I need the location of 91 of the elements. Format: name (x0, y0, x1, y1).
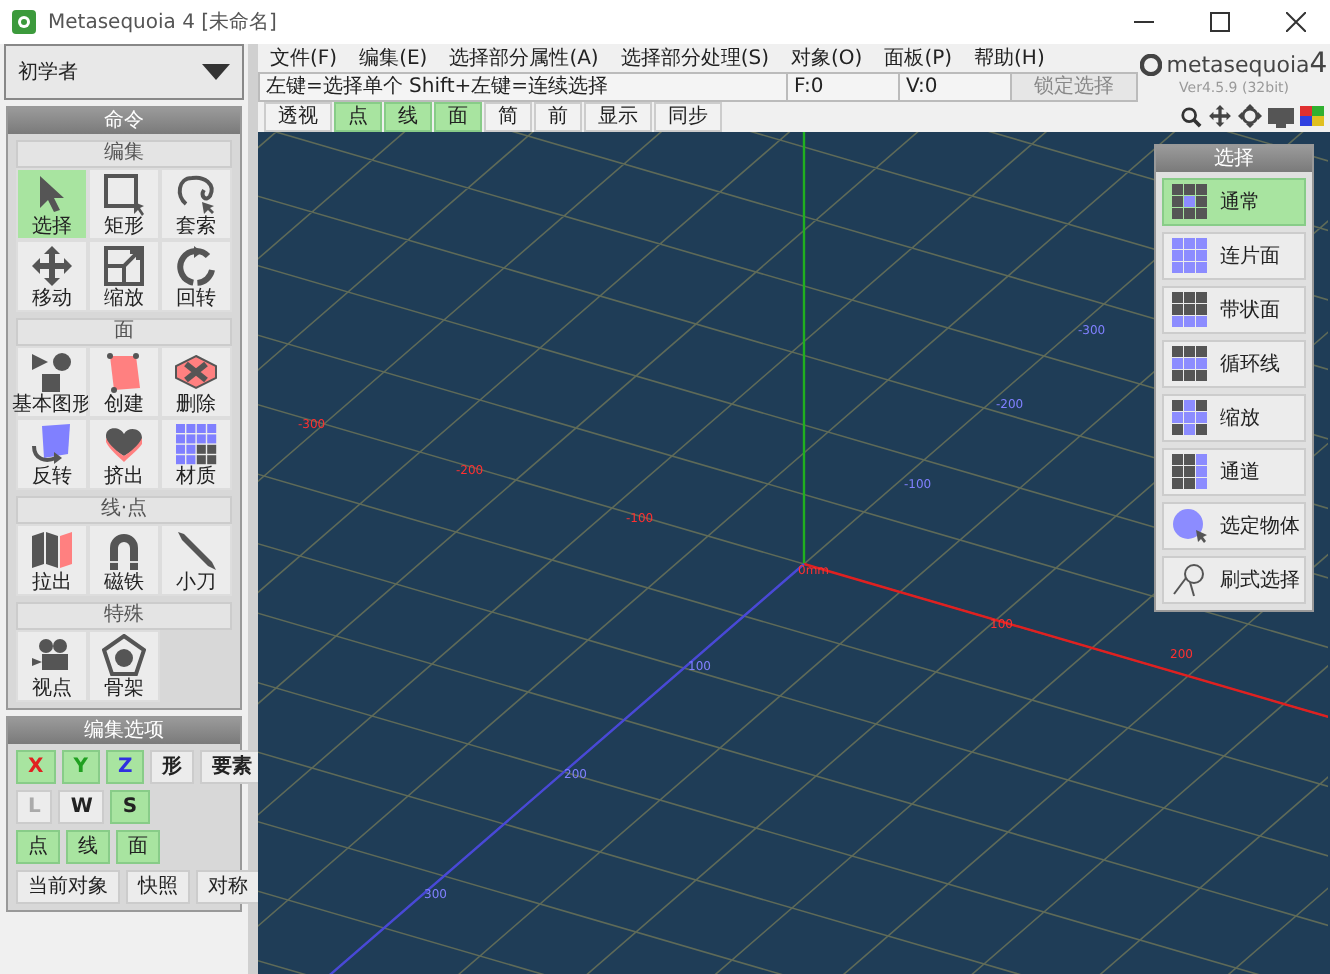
toolbar-button[interactable]: 点 (334, 101, 382, 131)
toolbar-button[interactable]: 透视 (264, 101, 332, 131)
tool-button[interactable]: 反转 (16, 418, 88, 490)
panel-header: 编集选项 (8, 718, 240, 744)
close-icon[interactable] (1286, 12, 1306, 32)
scale-icon (102, 243, 146, 287)
group-title: 线·点 (16, 496, 232, 524)
tool-button[interactable]: 选择 (16, 168, 88, 240)
search-icon[interactable] (1180, 105, 1202, 127)
tool-button[interactable]: 缩放 (88, 240, 160, 312)
axis-toggle-button[interactable]: 形 (150, 750, 195, 784)
status-hint: 左键=选择单个 Shift+左键=连续选择 (264, 74, 611, 100)
select-mode-button[interactable]: 刷式选择 (1162, 556, 1306, 604)
circle-select-icon (1172, 508, 1208, 544)
box-delete-icon (174, 349, 218, 393)
tool-button[interactable]: 移动 (16, 240, 88, 312)
menu-item[interactable]: 编集(E) (359, 44, 428, 72)
app-logo-icon (12, 10, 36, 34)
tool-button[interactable]: 拉出 (16, 524, 88, 596)
menu-item[interactable]: 对象(O) (791, 44, 863, 72)
tile-grid-icon (174, 421, 218, 465)
panel-header: 命令 (8, 108, 240, 134)
select-mode-button[interactable]: 通常 (1162, 178, 1306, 226)
dropdown-caret-icon (202, 64, 230, 80)
select-mode-button[interactable]: 循环线 (1162, 340, 1306, 388)
menu-item[interactable]: 帮助(H) (974, 44, 1045, 72)
select-mode-button[interactable]: 缩放 (1162, 394, 1306, 442)
shapes-icon (30, 349, 74, 393)
face-count: F:0 (786, 74, 898, 100)
flip-icon (30, 421, 74, 465)
lasso-icon (174, 171, 218, 215)
map-fold-icon (30, 527, 74, 571)
toolbar-button[interactable]: 显示 (584, 101, 652, 131)
element-toggle-button[interactable]: 线 (66, 830, 110, 864)
logo-text: metasequoia4 (1166, 48, 1328, 80)
pentagon-icon (102, 633, 146, 677)
brush-icon (1172, 562, 1208, 598)
coordinate-button[interactable]: S (110, 790, 150, 824)
tool-button[interactable]: 视点 (16, 630, 88, 702)
toolbar-button[interactable]: 面 (434, 101, 482, 131)
select-mode-button[interactable]: 通道 (1162, 448, 1306, 496)
quad-create-icon (102, 349, 146, 393)
coordinate-button[interactable]: W (58, 790, 105, 824)
group-title: 特殊 (16, 602, 232, 630)
tool-button[interactable]: 矩形 (88, 168, 160, 240)
toolbar-button[interactable]: 同步 (654, 101, 722, 131)
select-mode-button[interactable]: 连片面 (1162, 232, 1306, 280)
menu-item[interactable]: 选择部分处理(S) (620, 44, 769, 72)
menu-item[interactable]: 面板(P) (884, 44, 953, 72)
toolbar-button[interactable]: 简 (484, 101, 532, 131)
grid-icon (1172, 400, 1208, 436)
panel-header: 选择 (1156, 146, 1312, 172)
element-toggle-button[interactable]: 点 (16, 830, 60, 864)
mode-dropdown[interactable]: 初学者 (4, 44, 244, 100)
menu-item[interactable]: 选择部分属性(A) (449, 44, 599, 72)
toolbar-button[interactable]: 前 (534, 101, 582, 131)
tool-button[interactable]: 挤出 (88, 418, 160, 490)
tool-button[interactable]: 套索 (160, 168, 232, 240)
grid-icon (1172, 184, 1208, 220)
select-mode-button[interactable]: 带状面 (1162, 286, 1306, 334)
tool-button[interactable]: 创建 (88, 346, 160, 418)
window-title: Metasequoia 4 [未命名] (48, 9, 277, 36)
monitor-icon[interactable] (1268, 105, 1294, 127)
tool-button[interactable]: 骨架 (88, 630, 160, 702)
axis-toggle-button[interactable]: Z (105, 750, 145, 784)
tool-button[interactable]: 小刀 (160, 524, 232, 596)
group-title: 编集 (16, 140, 232, 168)
tool-button[interactable]: 回转 (160, 240, 232, 312)
toolbar-button[interactable]: 线 (384, 101, 432, 131)
option-button[interactable]: 对称 (196, 870, 260, 904)
tool-button[interactable]: 磁铁 (88, 524, 160, 596)
grid-icon (1172, 292, 1208, 328)
move-arrows-icon[interactable] (1208, 104, 1232, 128)
color-palette-icon[interactable] (1300, 106, 1324, 126)
element-toggle-button[interactable]: 面 (116, 830, 160, 864)
grid-icon (1172, 454, 1208, 490)
maximize-icon[interactable] (1210, 12, 1230, 32)
rectangle-icon (102, 171, 146, 215)
logo-ring-icon (1140, 53, 1163, 75)
option-button[interactable]: 快照 (126, 870, 190, 904)
option-button[interactable]: 当前对象 (16, 870, 120, 904)
menu-item[interactable]: 文件(F) (270, 44, 338, 72)
tool-button[interactable]: 材质 (160, 418, 232, 490)
tool-button[interactable]: 删除 (160, 346, 232, 418)
rotate-arrows-icon[interactable] (1238, 104, 1262, 128)
rotate-icon (174, 243, 218, 287)
move-arrows-icon (30, 243, 74, 287)
group-title: 面 (16, 318, 232, 346)
grid-icon (1172, 346, 1208, 382)
select-mode-button[interactable]: 选定物体 (1162, 502, 1306, 550)
grid-icon (1172, 238, 1208, 274)
